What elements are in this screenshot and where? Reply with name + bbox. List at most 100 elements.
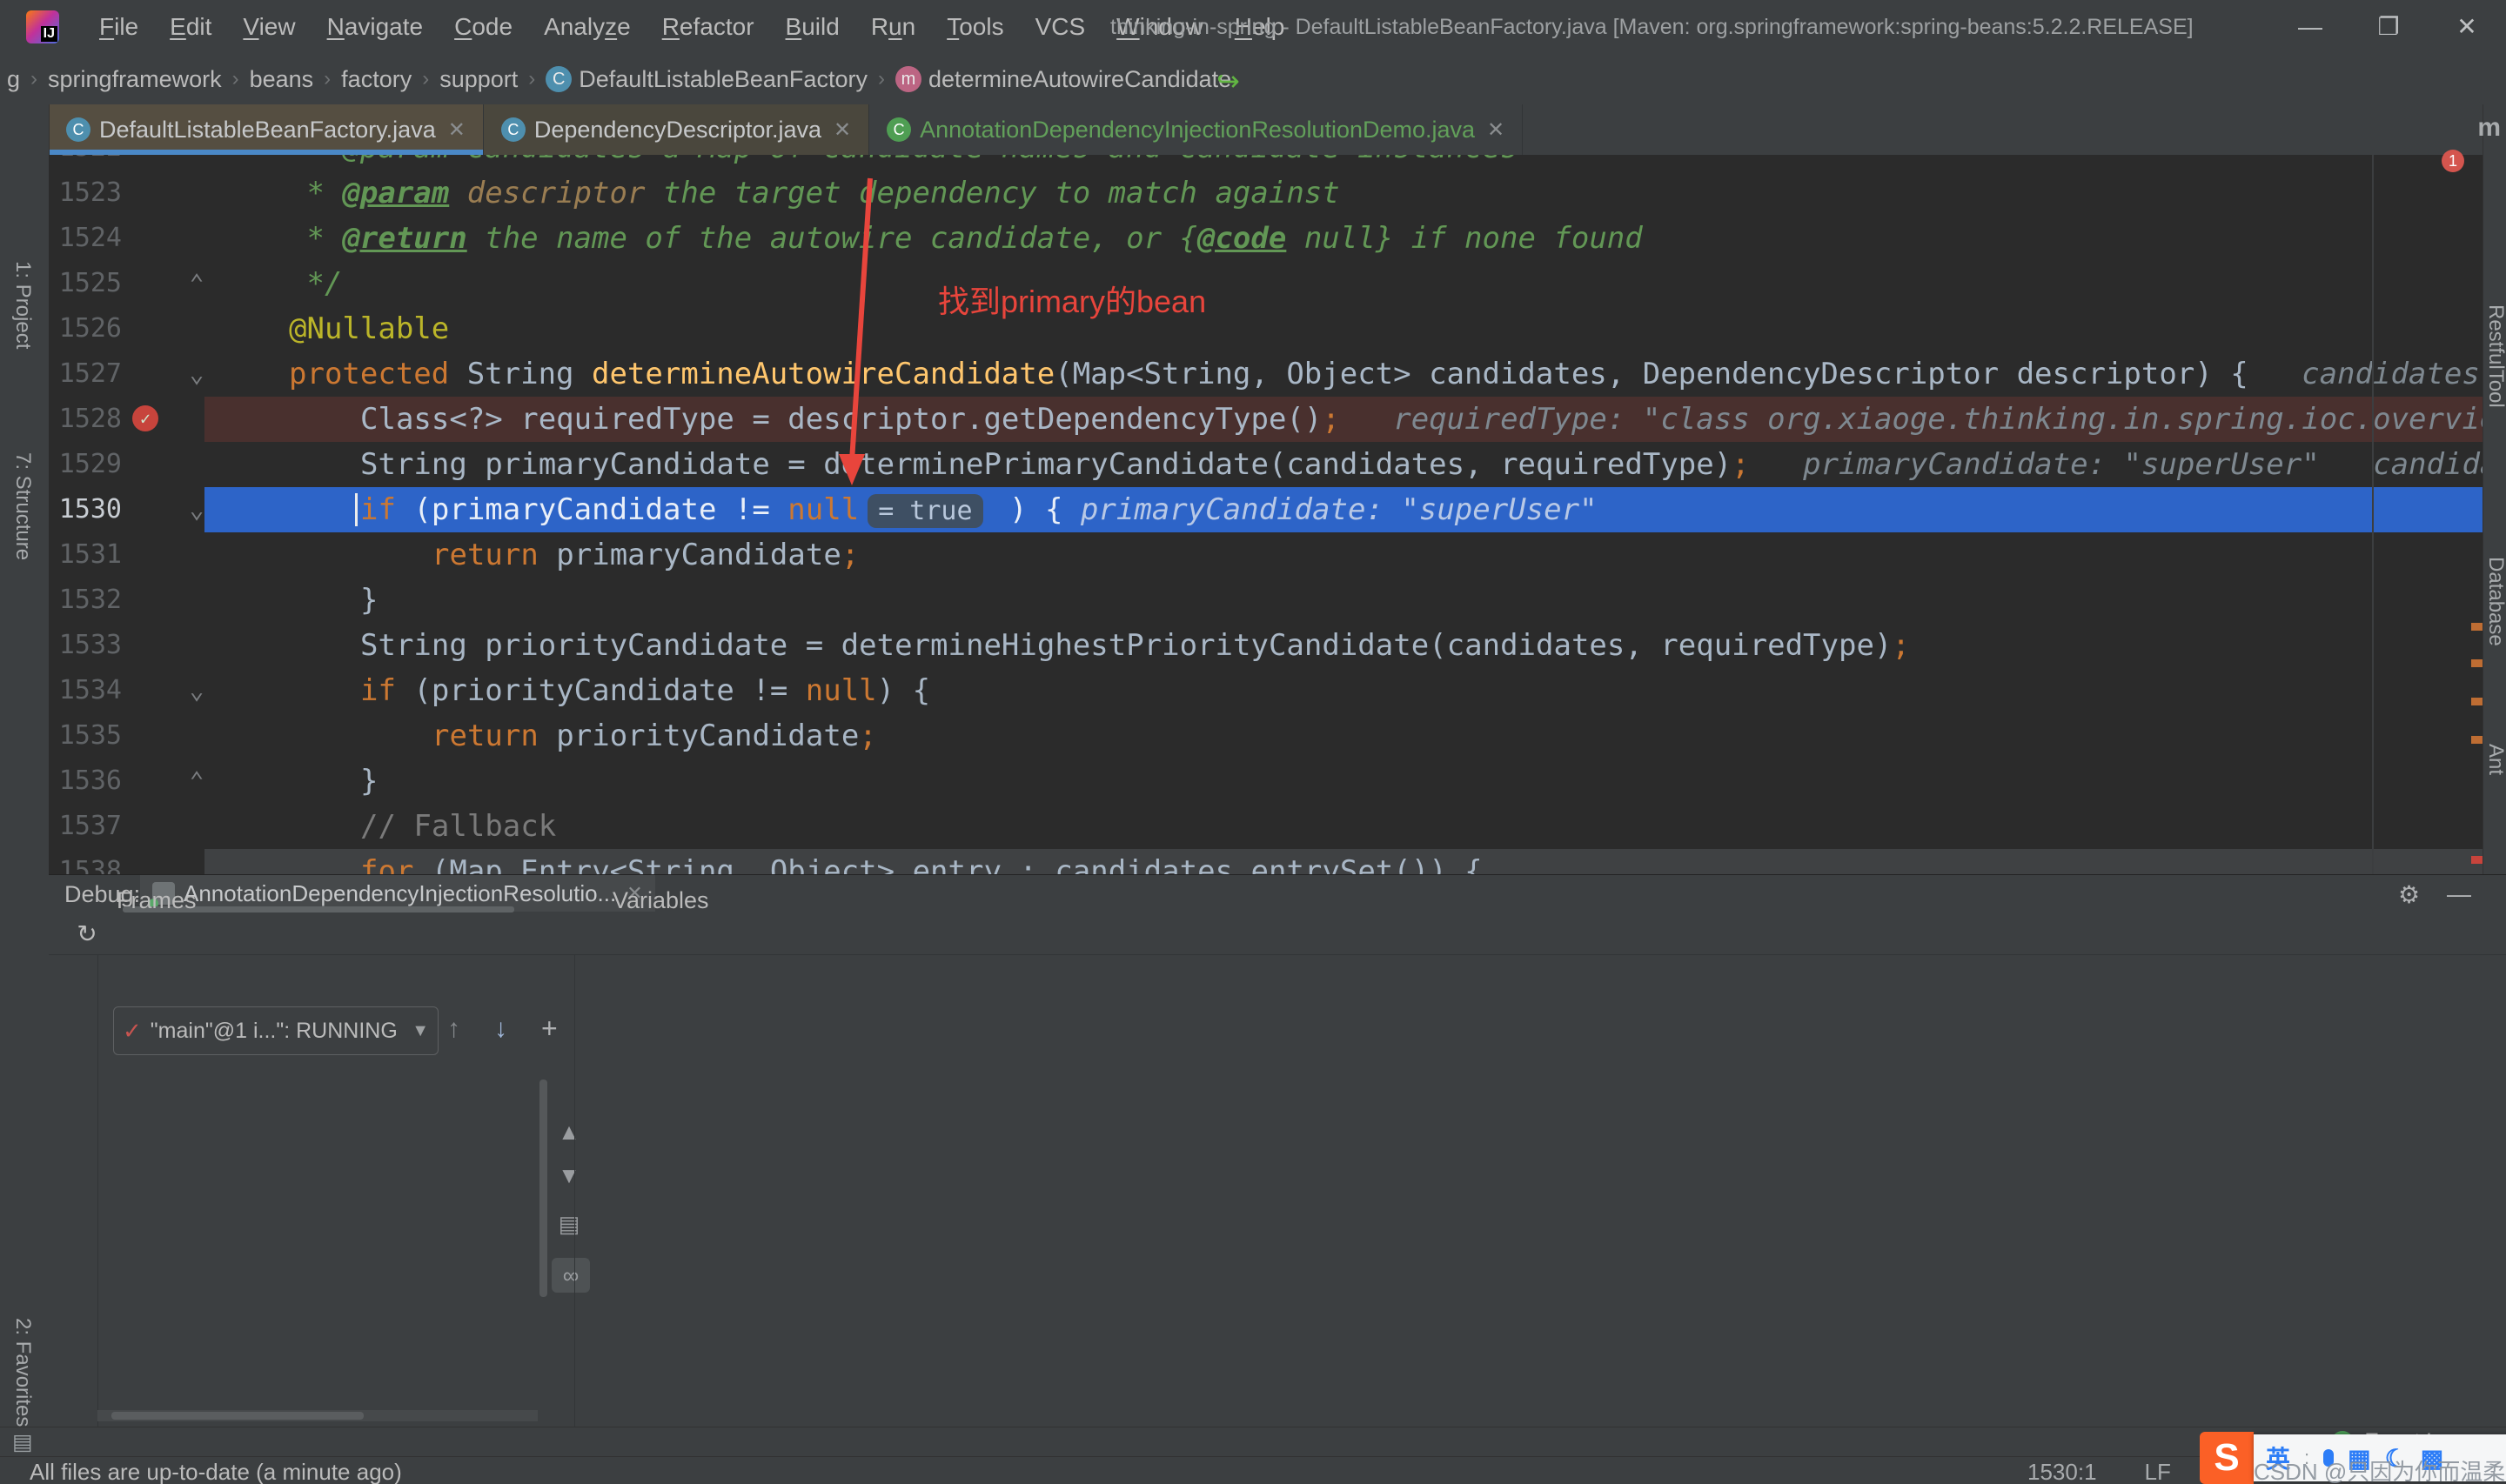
code-line[interactable]: 1533 String priorityCandidate = determine… <box>49 623 2485 668</box>
line-number: 1537 <box>58 811 122 841</box>
frames-hscrollbar[interactable] <box>97 1410 538 1421</box>
menu-edit[interactable]: Edit <box>157 10 224 44</box>
hide-panel-icon[interactable]: — <box>2447 880 2471 908</box>
code-line[interactable]: 1534 ⌄ if (priorityCandidate != null) { <box>49 668 2485 713</box>
fold-start-icon[interactable]: ⌄ <box>179 668 214 713</box>
line-number: 1527 <box>58 358 122 389</box>
debug-session-tab-label: AnnotationDependencyInjectionResolutio..… <box>184 879 617 906</box>
sogou-logo-icon[interactable]: S <box>2200 1432 2254 1484</box>
frames-vscrollbar[interactable] <box>539 1080 547 1297</box>
line-number: 1531 <box>58 539 122 570</box>
fold-end-icon[interactable]: ⌃ <box>179 759 214 804</box>
jump-to-source-icon[interactable]: ↩ <box>1216 64 1240 97</box>
scroll-up-icon[interactable]: ▲ <box>552 1119 586 1146</box>
tab-DefaultListableBeanFactory.java[interactable]: C DefaultListableBeanFactory.java ✕ <box>49 104 484 156</box>
close-icon[interactable]: ✕ <box>448 117 466 143</box>
error-count-badge: 1 <box>2442 150 2464 172</box>
menu-file[interactable]: File <box>87 10 151 44</box>
rerun-button[interactable]: ↻ <box>71 919 103 948</box>
stripe-RestfulTool[interactable]: RestfulTool <box>2483 304 2506 408</box>
code-text: Class<?> requiredType = descriptor.getDe… <box>360 402 2485 437</box>
code-line[interactable]: 1538 for (Map.Entry<String, Object> entry… <box>49 849 2485 874</box>
code-text: protected String determineAutowireCandid… <box>289 357 2485 391</box>
menu-view[interactable]: View <box>231 10 307 44</box>
tab-DependencyDescriptor.java[interactable]: C DependencyDescriptor.java ✕ <box>483 104 870 155</box>
close-icon[interactable]: ✕ <box>1487 117 1504 143</box>
stripe-7-Structure[interactable]: 7: Structure <box>10 452 35 560</box>
fold-end-icon[interactable]: ⌃ <box>179 261 214 306</box>
breadcrumb-g[interactable]: g <box>7 66 20 93</box>
menu-run[interactable]: Run <box>859 10 928 44</box>
class-icon: C <box>66 117 90 142</box>
tab-AnnotationDependencyInjectionResolutionDemo.java[interactable]: C AnnotationDependencyInjectionResolution… <box>869 104 1524 155</box>
breadcrumb-factory[interactable]: › factory <box>313 66 412 93</box>
status-bar: All files are up-to-date (a minute ago) … <box>0 1456 2506 1484</box>
line-number: 1529 <box>58 449 122 479</box>
code-text: return primaryCandidate; <box>432 538 860 572</box>
code-line[interactable]: 1525 ⌃ */ <box>49 261 2485 306</box>
close-icon[interactable]: ✕ <box>834 117 851 143</box>
breadcrumb-support[interactable]: › support <box>412 66 518 93</box>
code-line[interactable]: 1527 ⌄ protected String determineAutowireC… <box>49 351 2485 397</box>
breadcrumb-separator: › <box>324 67 332 90</box>
stripe-Ant[interactable]: Ant <box>2483 744 2506 775</box>
code-line[interactable]: 1526 @Nullable <box>49 306 2485 351</box>
line-number: 1532 <box>58 585 122 615</box>
menu-analyze[interactable]: Analyze <box>532 10 643 44</box>
stripe-1-Project[interactable]: 1: Project <box>10 261 35 349</box>
code-line[interactable]: 1530 ⌄ if (primaryCandidate != null = true … <box>49 487 2485 532</box>
code-line[interactable]: 1524 * @return the name of the autowire … <box>49 216 2485 261</box>
minimize-button[interactable]: — <box>2271 0 2349 54</box>
code-line[interactable]: 1537 // Fallback <box>49 804 2485 849</box>
code-line[interactable]: 1535 return priorityCandidate; <box>49 713 2485 759</box>
previous-frame-icon[interactable]: ↑ <box>447 1014 460 1044</box>
line-number: 1523 <box>58 177 122 208</box>
maximize-button[interactable]: ❐ <box>2349 0 2428 54</box>
add-watch-icon[interactable]: + <box>541 1013 558 1045</box>
rerun-button-icon: ↻ <box>77 919 97 947</box>
line-separator[interactable]: LF <box>2145 1459 2171 1484</box>
tool-window-switcher-icon[interactable]: ▤ <box>12 1429 33 1455</box>
code-line[interactable]: 1536 ⌃} <box>49 759 2485 804</box>
close-button[interactable]: ✕ <box>2428 0 2506 54</box>
line-number: 1534 <box>58 675 122 705</box>
maven-tool-button[interactable]: m <box>2477 113 2501 143</box>
code-line[interactable]: 1529 String primaryCandidate = determineP… <box>49 442 2485 487</box>
code-line[interactable]: 1522 * @param candidates a Map of candid… <box>49 155 2485 170</box>
menu-navigate[interactable]: Navigate <box>315 10 436 44</box>
scroll-down-icon[interactable]: ▼ <box>552 1162 586 1189</box>
hide-library-frames-icon[interactable]: ∞ <box>552 1258 590 1293</box>
code-text: if (priorityCandidate != null) { <box>360 673 931 708</box>
code-line[interactable]: 1523 * @param descriptor the target depe… <box>49 170 2485 216</box>
menu-vcs[interactable]: VCS <box>1023 10 1098 44</box>
menu-tools[interactable]: Tools <box>935 10 1015 44</box>
stripe-2-Favorites[interactable]: 2: Favorites <box>10 1318 35 1427</box>
panel-divider[interactable] <box>574 954 575 1427</box>
breadcrumb-DefaultListableBeanFactory[interactable]: › C DefaultListableBeanFactory <box>518 66 868 93</box>
code-editor[interactable]: 1522 * @param candidates a Map of candid… <box>49 155 2485 874</box>
breadcrumb-beans[interactable]: › beans <box>222 66 314 93</box>
thread-selector-value: "main"@1 i...": RUNNING <box>150 1018 398 1043</box>
next-frame-icon[interactable]: ↓ <box>494 1014 507 1044</box>
breadcrumb-springframework[interactable]: › springframework <box>20 66 222 93</box>
code-line[interactable]: 1531 return primaryCandidate; <box>49 532 2485 578</box>
stripe-Database[interactable]: Database <box>2483 557 2506 646</box>
menu-build[interactable]: Build <box>774 10 852 44</box>
code-text: return priorityCandidate; <box>432 719 877 753</box>
variables-title: Variables <box>613 887 709 913</box>
breadcrumb-separator: › <box>422 67 430 90</box>
code-line[interactable]: 1528 ✓ Class<?> requiredType = descriptor.… <box>49 397 2485 442</box>
breadcrumb-determineAutowireCandidate[interactable]: › m determineAutowireCandidate <box>868 66 1231 93</box>
fold-start-icon[interactable]: ⌄ <box>179 487 214 532</box>
menu-code[interactable]: Code <box>442 10 525 44</box>
hard-wrap-guide <box>2372 155 2374 874</box>
gear-icon[interactable]: ⚙ <box>2398 880 2420 909</box>
breakpoint-icon[interactable]: ✓ <box>132 405 158 431</box>
fold-start-icon[interactable]: ⌄ <box>179 351 214 397</box>
code-line[interactable]: 1532} <box>49 578 2485 623</box>
menu-refactor[interactable]: Refactor <box>650 10 767 44</box>
copy-stack-icon[interactable]: ▤ <box>552 1211 586 1238</box>
watermark: CSDN @只因为你而温柔 <box>2254 1459 2506 1484</box>
caret-position[interactable]: 1530:1 <box>2027 1459 2097 1484</box>
thread-selector[interactable]: ✓ "main"@1 i...": RUNNING ▼ <box>113 1006 439 1055</box>
